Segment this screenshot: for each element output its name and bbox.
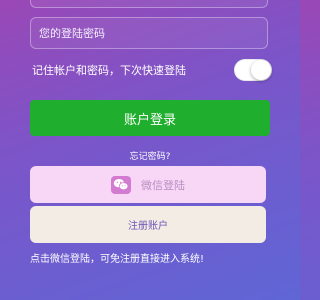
wechat-icon [111, 175, 131, 194]
remember-row: 记住帐户和密码，下次快速登陆 [32, 58, 272, 82]
forgot-password-link[interactable]: 忘记密码? [0, 149, 300, 162]
username-field[interactable] [30, 0, 268, 8]
wechat-hint-text: 点击微信登陆，可免注册直接进入系统! [30, 254, 205, 265]
register-button[interactable]: 注册账户 [30, 206, 266, 243]
wechat-login-label: 微信登陆 [141, 178, 185, 192]
toggle-knob [251, 60, 271, 80]
remember-toggle[interactable] [234, 59, 272, 81]
login-button[interactable]: 账户登录 [30, 100, 270, 136]
remember-label: 记住帐户和密码，下次快速登陆 [32, 64, 186, 77]
wechat-login-button[interactable]: 微信登陆 [30, 166, 266, 203]
password-input[interactable] [39, 26, 259, 40]
password-field[interactable] [30, 17, 268, 49]
